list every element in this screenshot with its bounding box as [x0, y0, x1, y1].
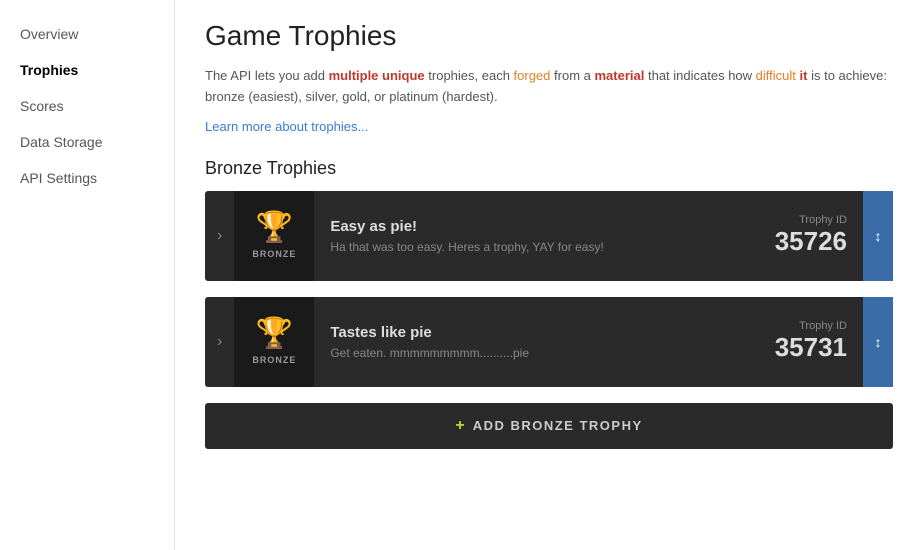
- trophy-info-1: Easy as pie! Ha that was too easy. Heres…: [314, 208, 743, 264]
- sidebar-item-api-settings[interactable]: API Settings: [0, 160, 174, 196]
- trophy-id-block-2: Trophy ID 35731: [743, 310, 863, 373]
- trophy-id-label-1: Trophy ID: [759, 214, 847, 226]
- page-title: Game Trophies: [205, 20, 893, 52]
- trophy-info-2: Tastes like pie Get eaten. mmmmmmmmm....…: [314, 314, 743, 370]
- trophy-icon-1: 🏆: [256, 213, 293, 243]
- main-content: Game Trophies The API lets you add multi…: [175, 0, 923, 550]
- plus-icon: +: [455, 417, 464, 435]
- description-text: The API lets you add multiple unique tro…: [205, 66, 893, 108]
- trophy-material-1: BRONZE: [252, 249, 296, 259]
- trophy-card-2: › 🏆 BRONZE Tastes like pie Get eaten. mm…: [205, 297, 893, 387]
- trophy-sort-btn-1[interactable]: ↕: [863, 191, 893, 281]
- trophy-image-box-1: 🏆 BRONZE: [234, 191, 314, 281]
- sort-up-icon-1: ↕: [875, 229, 882, 243]
- trophy-id-block-1: Trophy ID 35726: [743, 204, 863, 267]
- section-title: Bronze Trophies: [205, 158, 893, 179]
- trophy-id-label-2: Trophy ID: [759, 320, 847, 332]
- add-trophy-label: ADD BRONZE TROPHY: [473, 418, 643, 433]
- trophy-material-2: BRONZE: [252, 355, 296, 365]
- learn-more-link[interactable]: Learn more about trophies...: [205, 119, 368, 134]
- trophy-expand-icon-1[interactable]: ›: [205, 227, 234, 245]
- trophy-desc-1: Ha that was too easy. Heres a trophy, YA…: [330, 240, 727, 254]
- trophy-name-2: Tastes like pie: [330, 324, 727, 341]
- sort-up-icon-2: ↕: [875, 335, 882, 349]
- sidebar-item-trophies[interactable]: Trophies: [0, 52, 174, 88]
- trophy-card-1: › 🏆 BRONZE Easy as pie! Ha that was too …: [205, 191, 893, 281]
- trophy-name-1: Easy as pie!: [330, 218, 727, 235]
- trophy-id-value-2: 35731: [759, 332, 847, 363]
- sidebar-item-data-storage[interactable]: Data Storage: [0, 124, 174, 160]
- trophy-expand-icon-2[interactable]: ›: [205, 333, 234, 351]
- trophy-id-value-1: 35726: [759, 226, 847, 257]
- sidebar: Overview Trophies Scores Data Storage AP…: [0, 0, 175, 550]
- trophy-sort-btn-2[interactable]: ↕: [863, 297, 893, 387]
- sidebar-item-overview[interactable]: Overview: [0, 16, 174, 52]
- sidebar-item-scores[interactable]: Scores: [0, 88, 174, 124]
- add-bronze-trophy-button[interactable]: + ADD BRONZE TROPHY: [205, 403, 893, 449]
- trophy-icon-2: 🏆: [256, 319, 293, 349]
- trophy-image-box-2: 🏆 BRONZE: [234, 297, 314, 387]
- trophy-desc-2: Get eaten. mmmmmmmmm..........pie: [330, 346, 727, 360]
